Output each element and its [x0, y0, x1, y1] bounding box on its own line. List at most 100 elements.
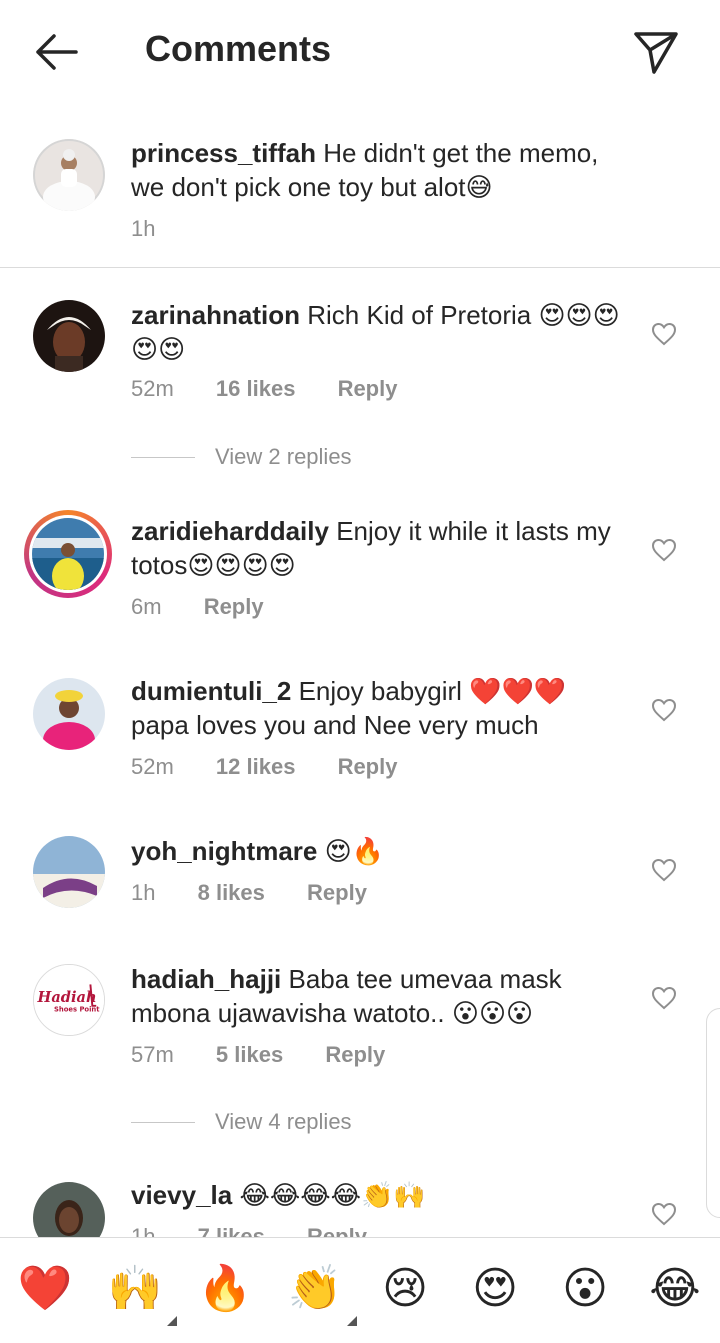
view-replies-link[interactable]: View 4 replies [131, 1109, 352, 1135]
reply-button[interactable]: Reply [307, 1224, 367, 1237]
comment-text-block: yoh_nightmare 😍🔥 [131, 834, 631, 868]
comment-text-block: dumientuli_2 Enjoy babygirl ❤️❤️❤️ papa … [131, 674, 631, 742]
reaction-laughing-button[interactable]: 😂 [643, 1258, 707, 1318]
reaction-fire-button[interactable]: 🔥 [193, 1258, 257, 1318]
timestamp: 57m [131, 1042, 174, 1067]
username[interactable]: zaridiehardd​aily [131, 516, 329, 546]
reaction-raised-hands-button[interactable]: 🙌 [103, 1258, 177, 1326]
reply-button[interactable]: Reply [204, 594, 264, 619]
avatar-photo [33, 1182, 105, 1237]
fire-icon: 🔥 [197, 1263, 253, 1314]
reaction-crying-button[interactable]: 😢 [373, 1258, 437, 1318]
timestamp: 6m [131, 594, 162, 619]
comment-text: 😂😂😂😂👏🙌 [239, 1180, 426, 1210]
avatar-photo [32, 518, 104, 590]
reaction-heart-button[interactable]: ❤️ [13, 1258, 77, 1318]
arrow-left-icon [36, 34, 78, 70]
timestamp: 1h [131, 1224, 156, 1237]
comment-meta: 57m 5 likes Reply [131, 1042, 421, 1068]
surprised-face-icon: 😮 [562, 1262, 608, 1314]
like-button[interactable] [648, 694, 680, 726]
skin-tone-indicator [347, 1316, 357, 1326]
avatar[interactable]: Hadiah Shoes Point [33, 964, 105, 1036]
heart-outline-icon [651, 322, 677, 346]
comment-item: vievy_la 😂😂😂😂👏🙌 1h 7 likes Reply [0, 1178, 720, 1237]
quick-reaction-bar: ❤️ 🙌 🔥 👏 😢 😍 😮 😂 [0, 1237, 720, 1343]
skin-tone-indicator [167, 1316, 177, 1326]
crying-face-icon: 😢 [382, 1262, 428, 1314]
divider-line [131, 456, 195, 458]
caption-text: princess_tiffah He didn't get the memo, … [131, 136, 631, 204]
avatar-photo [33, 139, 105, 211]
svg-text:Shoes Point: Shoes Point [54, 1006, 100, 1014]
like-button[interactable] [648, 854, 680, 886]
comment-text-block: zarinahnation Rich Kid of Pretoria 😍😍😍😍😍 [131, 298, 631, 366]
likes-count[interactable]: 5 likes [216, 1042, 283, 1067]
timestamp: 52m [131, 754, 174, 779]
heart-outline-icon [651, 1202, 677, 1226]
likes-count[interactable]: 8 likes [198, 880, 265, 905]
view-replies-link[interactable]: View 2 replies [131, 444, 352, 470]
timestamp: 1h [131, 880, 156, 905]
avatar-photo [33, 836, 105, 908]
reply-button[interactable]: Reply [325, 1042, 385, 1067]
like-button[interactable] [648, 318, 680, 350]
avatar[interactable] [33, 139, 105, 211]
avatar-photo [33, 300, 105, 372]
reply-button[interactable]: Reply [338, 376, 398, 401]
clapping-hands-icon: 👏 [287, 1263, 343, 1314]
comment-meta: 1h 8 likes Reply [131, 880, 403, 906]
view-replies-label: View 2 replies [215, 444, 352, 469]
avatar-photo [33, 678, 105, 750]
heart-outline-icon [651, 698, 677, 722]
avatar[interactable] [33, 300, 105, 372]
comment-text-block: hadiah_hajji Baba tee umevaa mask mbona … [131, 962, 631, 1030]
reaction-surprised-button[interactable]: 😮 [553, 1258, 617, 1318]
side-panel-handle[interactable] [706, 1008, 720, 1218]
divider-line [131, 1121, 195, 1123]
username[interactable]: dumientuli_2 [131, 676, 291, 706]
share-button[interactable] [628, 24, 684, 80]
timestamp: 52m [131, 376, 174, 401]
username[interactable]: vievy_la [131, 1180, 232, 1210]
back-button[interactable] [28, 26, 84, 78]
likes-count[interactable]: 16 likes [216, 376, 296, 401]
red-heart-icon: ❤️ [17, 1263, 73, 1314]
reaction-heart-eyes-button[interactable]: 😍 [463, 1258, 527, 1318]
page-title: Comments [145, 28, 332, 69]
username[interactable]: zarinahnation [131, 300, 300, 330]
heart-outline-icon [651, 858, 677, 882]
reaction-clapping-button[interactable]: 👏 [283, 1258, 357, 1326]
reply-button[interactable]: Reply [307, 880, 367, 905]
svg-text:Hadiah: Hadiah [37, 989, 97, 1006]
heart-outline-icon [651, 986, 677, 1010]
like-button[interactable] [648, 1198, 680, 1230]
avatar[interactable] [33, 836, 105, 908]
raised-hands-icon: 🙌 [107, 1263, 163, 1314]
like-button[interactable] [648, 982, 680, 1014]
like-button[interactable] [648, 534, 680, 566]
comment-meta: 6m Reply [131, 594, 300, 620]
likes-count[interactable]: 12 likes [216, 754, 296, 779]
comment-text: 😍🔥 [324, 836, 385, 866]
comment-meta: 52m 16 likes Reply [131, 376, 433, 402]
reply-button[interactable]: Reply [338, 754, 398, 779]
view-replies-label: View 4 replies [215, 1109, 352, 1134]
comment-meta: 1h [131, 216, 191, 242]
comment-text-block: zaridiehardd​aily Enjoy it while it last… [131, 514, 631, 582]
avatar-logo: Hadiah Shoes Point [34, 965, 104, 1035]
username[interactable]: princess_tiffah [131, 138, 316, 168]
comment-meta: 52m 12 likes Reply [131, 754, 433, 780]
heart-eyes-icon: 😍 [472, 1262, 518, 1314]
username[interactable]: hadiah_hajji [131, 964, 281, 994]
likes-count[interactable]: 7 likes [198, 1224, 265, 1237]
post-caption: princess_tiffah He didn't get the memo, … [0, 118, 720, 268]
heart-outline-icon [651, 538, 677, 562]
avatar-story-ring[interactable] [24, 510, 112, 598]
top-bar: Comments [0, 0, 720, 104]
comment-meta: 1h 7 likes Reply [131, 1224, 403, 1237]
comment-text-block: vievy_la 😂😂😂😂👏🙌 [131, 1178, 631, 1212]
username[interactable]: yoh_nightmare [131, 836, 317, 866]
avatar[interactable] [33, 1182, 105, 1237]
avatar[interactable] [33, 678, 105, 750]
